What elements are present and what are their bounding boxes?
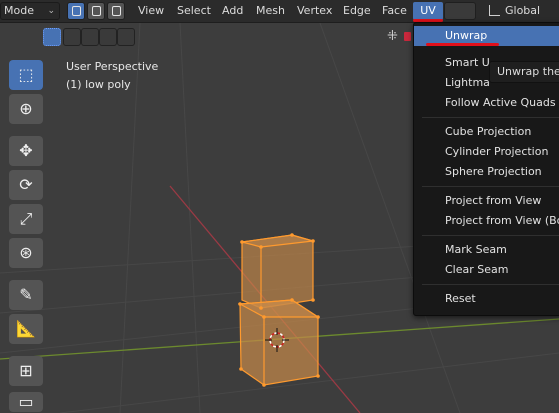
annotation-underline (426, 43, 499, 46)
menu-item-clear-seam[interactable]: Clear Seam (414, 260, 559, 280)
vertex-select-mode-button[interactable] (67, 2, 85, 20)
rotate-tool[interactable]: ⟳ (9, 170, 43, 200)
upper-cube (241, 234, 314, 309)
lower-cube (237, 299, 321, 386)
menu-item-mark-seam[interactable]: Mark Seam (414, 240, 559, 260)
transform-tool[interactable]: ⊛ (9, 238, 43, 268)
edge-select-icon (92, 6, 101, 16)
select-box-icon: ⬚ (18, 65, 34, 84)
vertex-select-icon (72, 6, 81, 16)
extrude-icon: ▭ (18, 392, 34, 411)
menu-uv[interactable]: UV (413, 2, 443, 20)
menu-item-reset[interactable]: Reset (414, 289, 559, 309)
chevron-down-icon: ⌄ (47, 6, 55, 16)
add-cube-tool[interactable]: ⊞ (9, 356, 43, 386)
cursor-icon: ⊕ (19, 99, 33, 118)
face-select-mode-button[interactable] (107, 2, 125, 20)
proportional-editing-button[interactable] (444, 2, 476, 20)
menu-mesh[interactable]: Mesh (251, 2, 290, 20)
transform-icon: ⊛ (19, 243, 33, 262)
menu-select[interactable]: Select (172, 2, 216, 20)
face-select-icon (112, 6, 121, 16)
menu-item-project-from-view-bounds[interactable]: Project from View (Boun (414, 211, 559, 231)
measure-tool[interactable]: 📐 (9, 314, 43, 344)
menu-face[interactable]: Face (377, 2, 412, 20)
measure-icon: 📐 (16, 319, 36, 338)
extrude-tool[interactable]: ▭ (9, 392, 43, 412)
unwrap-tooltip: Unwrap the m (489, 61, 559, 83)
menu-separator (422, 235, 559, 236)
rotate-icon: ⟳ (19, 175, 33, 194)
gizmo-icon[interactable]: ⁜ (387, 29, 398, 44)
menu-view[interactable]: View (133, 2, 169, 20)
orientation-label: Global (505, 4, 541, 17)
menu-separator (422, 186, 559, 187)
mode-label: Mode (4, 4, 34, 17)
annotate-icon: ✎ (19, 285, 33, 304)
select-box-tool[interactable]: ⬚ (9, 60, 43, 90)
menu-edge[interactable]: Edge (338, 2, 376, 20)
select-intersect-mode-button[interactable] (117, 28, 135, 46)
menu-vertex[interactable]: Vertex (292, 2, 337, 20)
perspective-label: User Perspective (66, 60, 159, 73)
move-tool[interactable]: ✥ (9, 136, 43, 166)
transform-orientation-dropdown[interactable]: Global (485, 2, 559, 20)
menu-item-sphere-projection[interactable]: Sphere Projection (414, 162, 559, 182)
annotate-tool[interactable]: ✎ (9, 280, 43, 310)
menu-item-follow-active-quads[interactable]: Follow Active Quads (414, 93, 559, 113)
mode-dropdown[interactable]: Mode ⌄ (0, 2, 60, 20)
select-subtract-mode-button[interactable] (81, 28, 99, 46)
orientation-icon (489, 5, 500, 16)
object-label: (1) low poly (66, 78, 131, 91)
menu-item-cylinder-projection[interactable]: Cylinder Projection (414, 142, 559, 162)
menu-item-cube-projection[interactable]: Cube Projection (414, 122, 559, 142)
menu-separator (422, 117, 559, 118)
overlay-icon[interactable] (404, 32, 411, 41)
scale-tool[interactable]: ⤢ (9, 204, 43, 234)
add-cube-icon: ⊞ (19, 361, 33, 380)
select-invert-mode-button[interactable] (99, 28, 117, 46)
select-extend-mode-button[interactable] (63, 28, 81, 46)
menu-item-project-from-view[interactable]: Project from View (414, 191, 559, 211)
header-bar: Mode ⌄ View Select Add Mesh Vertex Edge … (0, 0, 559, 23)
cursor-tool[interactable]: ⊕ (9, 94, 43, 124)
edge-select-mode-button[interactable] (87, 2, 105, 20)
menu-separator (422, 284, 559, 285)
select-new-mode-button[interactable] (43, 28, 61, 46)
menu-add[interactable]: Add (217, 2, 248, 20)
scale-icon: ⤢ (19, 209, 33, 228)
move-icon: ✥ (19, 141, 33, 160)
